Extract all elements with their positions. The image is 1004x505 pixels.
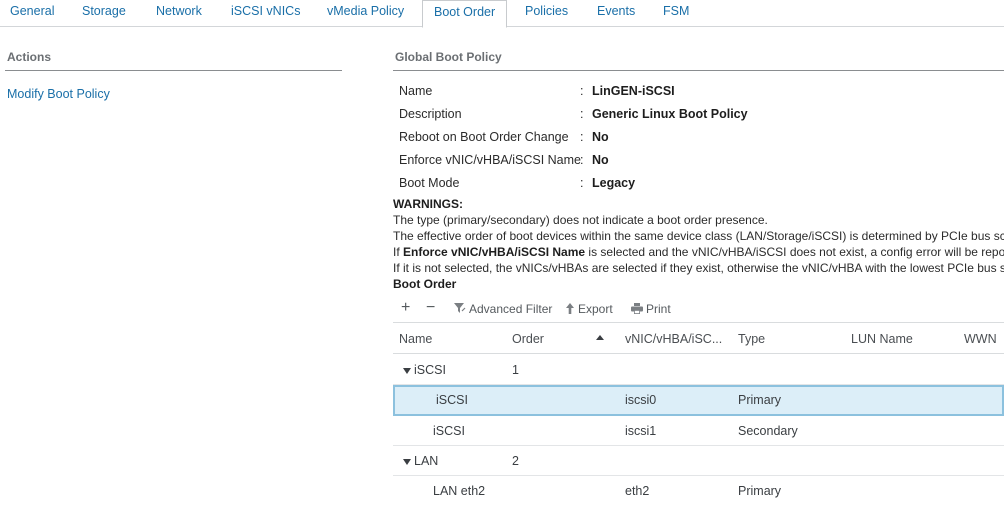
boot-mode-colon: : (580, 176, 584, 190)
row-type: Primary (738, 393, 782, 407)
column-header-wwn[interactable]: WWN (964, 332, 997, 346)
print-button[interactable]: Print (631, 302, 671, 316)
boot-order-table-header: Name Order vNIC/vHBA/iSC... Type LUN Nam… (393, 324, 1004, 354)
actions-divider (5, 70, 342, 71)
table-row-group-iscsi[interactable]: iSCSI 1 (393, 355, 1004, 385)
tab-vmedia-policy[interactable]: vMedia Policy (327, 0, 404, 27)
collapse-triangle-icon[interactable] (403, 459, 411, 465)
row-name: iSCSI (414, 363, 446, 377)
description-label: Description (399, 107, 462, 121)
export-button[interactable]: Export (565, 302, 613, 316)
printer-icon (631, 303, 643, 314)
description-colon: : (580, 107, 584, 121)
tab-storage[interactable]: Storage (82, 0, 126, 27)
collapse-triangle-icon[interactable] (403, 368, 411, 374)
row-order: 1 (512, 363, 519, 377)
global-boot-policy-divider (393, 70, 1004, 71)
row-vnic: iscsi1 (625, 424, 657, 438)
row-name: LAN eth2 (433, 484, 486, 498)
boot-mode-value: Legacy (592, 176, 636, 190)
export-label: Export (578, 302, 613, 316)
row-order: 2 (512, 454, 519, 468)
column-header-name[interactable]: Name (399, 332, 432, 346)
table-row-iscsi0[interactable]: iSCSI iscsi0 Primary (393, 385, 1004, 416)
enforce-name-value: No (592, 153, 609, 167)
reboot-on-change-value: No (592, 130, 609, 144)
row-name: iSCSI (433, 424, 465, 438)
tab-general[interactable]: General (10, 0, 54, 27)
row-type: Primary (738, 484, 782, 498)
name-label: Name (399, 84, 433, 98)
advanced-filter-button[interactable]: Advanced Filter (454, 302, 552, 316)
filter-icon (454, 303, 466, 313)
warning-line-3: If Enforce vNIC/vHBA/iSCSI Name is selec… (393, 245, 1004, 259)
column-header-order[interactable]: Order (512, 332, 544, 346)
tab-boot-order[interactable]: Boot Order (422, 0, 508, 28)
add-button[interactable]: + (401, 299, 410, 317)
sort-ascending-icon[interactable] (596, 335, 604, 340)
table-row-iscsi1[interactable]: iSCSI iscsi1 Secondary (393, 416, 1004, 446)
tab-fsm[interactable]: FSM (663, 0, 689, 27)
warning-line-2: The effective order of boot devices with… (393, 229, 1004, 243)
tab-policies[interactable]: Policies (525, 0, 568, 27)
name-value: LinGEN-iSCSI (592, 84, 675, 98)
row-vnic: iscsi0 (625, 393, 657, 407)
warning-line-3-suffix: is selected and the vNIC/vHBA/iSCSI does… (585, 245, 1004, 259)
row-type: Secondary (738, 424, 798, 438)
name-colon: : (580, 84, 584, 98)
tab-bar: General Storage Network iSCSI vNICs vMed… (0, 0, 1004, 28)
reboot-on-change-colon: : (580, 130, 584, 144)
warning-line-4: If it is not selected, the vNICs/vHBAs a… (393, 261, 1004, 275)
tab-events[interactable]: Events (597, 0, 635, 27)
advanced-filter-label: Advanced Filter (469, 302, 553, 316)
warning-line-3-prefix: If (393, 245, 404, 259)
reboot-on-change-label: Reboot on Boot Order Change (399, 130, 569, 144)
table-row-group-lan[interactable]: LAN 2 (393, 446, 1004, 476)
boot-order-toolbar: + − Advanced Filter Export Print (393, 296, 1004, 323)
remove-button[interactable]: − (426, 299, 435, 317)
boot-order-title: Boot Order (393, 277, 457, 291)
export-arrow-icon (566, 303, 574, 314)
modify-boot-policy-link[interactable]: Modify Boot Policy (7, 87, 110, 101)
global-boot-policy-title: Global Boot Policy (395, 50, 502, 64)
boot-mode-label: Boot Mode (399, 176, 460, 190)
column-header-type[interactable]: Type (738, 332, 765, 346)
column-header-vnic[interactable]: vNIC/vHBA/iSC... (625, 332, 722, 346)
enforce-name-label: Enforce vNIC/vHBA/iSCSI Name (399, 153, 581, 167)
description-value: Generic Linux Boot Policy (592, 107, 748, 121)
table-row-lan-eth2[interactable]: LAN eth2 eth2 Primary (393, 476, 1004, 505)
print-label: Print (646, 302, 671, 316)
warning-line-1: The type (primary/secondary) does not in… (393, 213, 768, 227)
row-name: iSCSI (436, 393, 468, 407)
row-vnic: eth2 (625, 484, 650, 498)
enforce-name-colon: : (580, 153, 584, 167)
actions-title: Actions (7, 50, 52, 64)
warning-line-3-emphasis: Enforce vNIC/vHBA/iSCSI Name (403, 245, 586, 259)
tab-iscsi-vnics[interactable]: iSCSI vNICs (231, 0, 300, 27)
row-name: LAN (414, 454, 439, 468)
column-header-lun-name[interactable]: LUN Name (851, 332, 913, 346)
warnings-title: WARNINGS: (393, 197, 463, 211)
tab-network[interactable]: Network (156, 0, 202, 27)
